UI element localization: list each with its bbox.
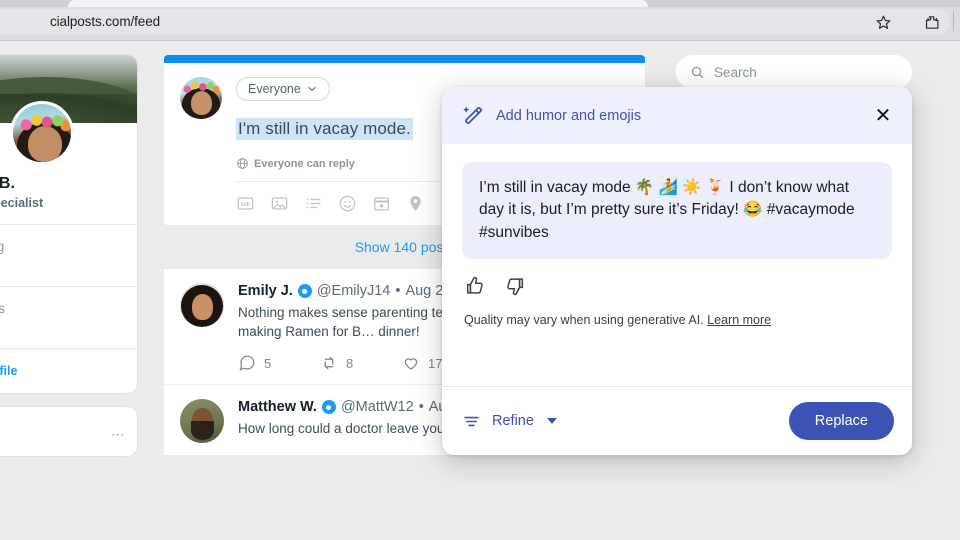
repost-count: 8 [346, 356, 353, 371]
page-viewport: oby B. on Specialist lowing 239 lowers 3… [0, 41, 960, 540]
schedule-icon[interactable] [372, 194, 391, 213]
thumbs-down-icon[interactable] [504, 275, 526, 297]
composer-accent-bar [164, 55, 645, 63]
globe-icon [236, 157, 249, 170]
ai-disclaimer: Quality may vary when using generative A… [462, 313, 892, 327]
audience-label: Everyone [248, 82, 301, 96]
avatar[interactable] [180, 399, 224, 443]
post-separator: • [395, 283, 400, 299]
ai-disclaimer-text: Quality may vary when using generative A… [464, 313, 704, 327]
learn-more-link[interactable]: Learn more [707, 313, 771, 327]
magic-wand-icon [462, 105, 484, 127]
ai-feedback-controls [462, 275, 892, 297]
reply-action[interactable]: 5 [238, 354, 320, 372]
thumbs-up-icon[interactable] [464, 275, 486, 297]
profile-role: on Specialist [0, 196, 137, 210]
ai-dialog-title: Add humor and emojis [496, 108, 870, 124]
svg-text:GIF: GIF [241, 202, 251, 208]
replace-button[interactable]: Replace [789, 402, 894, 440]
chrome-divider [953, 11, 954, 31]
show-posts-link[interactable]: Show 140 posts [355, 239, 455, 255]
like-icon [402, 354, 420, 372]
more-options-icon[interactable]: ⋯ [111, 427, 125, 443]
gif-icon[interactable]: GIF [236, 194, 255, 213]
post-separator: • [419, 399, 424, 415]
repost-action[interactable]: 8 [320, 354, 402, 372]
composer-avatar[interactable] [180, 77, 222, 119]
suggestions-card: ons ⋯ [0, 407, 137, 456]
tune-icon [462, 412, 481, 431]
stat-value: 239 [0, 257, 123, 274]
like-count: 17 [428, 356, 442, 371]
refine-label: Refine [492, 413, 534, 429]
reply-permission-label: Everyone can reply [254, 158, 355, 170]
address-bar-url[interactable]: cialposts.com/feed [50, 14, 160, 29]
audience-selector[interactable]: Everyone [236, 77, 330, 101]
stat-followers[interactable]: lowers 345 [0, 286, 137, 348]
emoji-icon[interactable] [338, 194, 357, 213]
refine-dropdown[interactable]: Refine [462, 412, 789, 431]
left-sidebar: oby B. on Specialist lowing 239 lowers 3… [0, 55, 137, 456]
stat-label: lowers [0, 301, 123, 316]
avatar[interactable] [180, 283, 224, 327]
verified-badge-icon [298, 284, 312, 298]
location-icon[interactable] [406, 194, 425, 213]
verified-badge-icon [322, 400, 336, 414]
composer-text-input[interactable]: I'm still in vacay mode. [236, 118, 413, 140]
stat-following[interactable]: lowing 239 [0, 224, 137, 286]
chevron-down-icon [547, 418, 557, 424]
post-author[interactable]: Matthew W. [238, 399, 317, 415]
stat-label: lowing [0, 239, 123, 254]
browser-tab-active[interactable] [68, 0, 648, 7]
extensions-icon[interactable] [922, 13, 940, 31]
view-profile-row[interactable]: w profile [0, 348, 137, 393]
ai-suggestion-dialog: Add humor and emojis ✕ I’m still in vaca… [442, 87, 912, 455]
browser-chrome: cialposts.com/feed [0, 0, 960, 40]
profile-card: oby B. on Specialist lowing 239 lowers 3… [0, 55, 137, 393]
search-placeholder: Search [714, 65, 757, 80]
repost-icon [320, 354, 338, 372]
profile-name: oby B. [0, 175, 137, 193]
ai-dialog-footer: Refine Replace [442, 386, 912, 455]
stat-value: 345 [0, 319, 123, 336]
search-icon [690, 65, 705, 80]
post-handle[interactable]: @MattW12 [341, 399, 414, 415]
search-input[interactable]: Search [676, 55, 912, 89]
star-icon[interactable] [874, 13, 892, 31]
close-icon[interactable]: ✕ [870, 103, 896, 129]
post-handle[interactable]: @EmilyJ14 [317, 283, 391, 299]
suggestions-title: ons [0, 423, 123, 440]
reply-count: 5 [264, 356, 271, 371]
poll-icon[interactable] [304, 194, 323, 213]
chevron-down-icon [306, 83, 318, 95]
ai-dialog-header: Add humor and emojis ✕ [442, 87, 912, 144]
post-author[interactable]: Emily J. [238, 283, 293, 299]
image-icon[interactable] [270, 194, 289, 213]
reply-icon [238, 354, 256, 372]
ai-suggestion-text[interactable]: I’m still in vacay mode 🌴 🏄 ☀️ 🍹 I don’t… [462, 162, 892, 259]
view-profile-link[interactable]: w profile [0, 364, 17, 378]
tab-strip [0, 0, 960, 7]
avatar[interactable] [10, 101, 74, 165]
